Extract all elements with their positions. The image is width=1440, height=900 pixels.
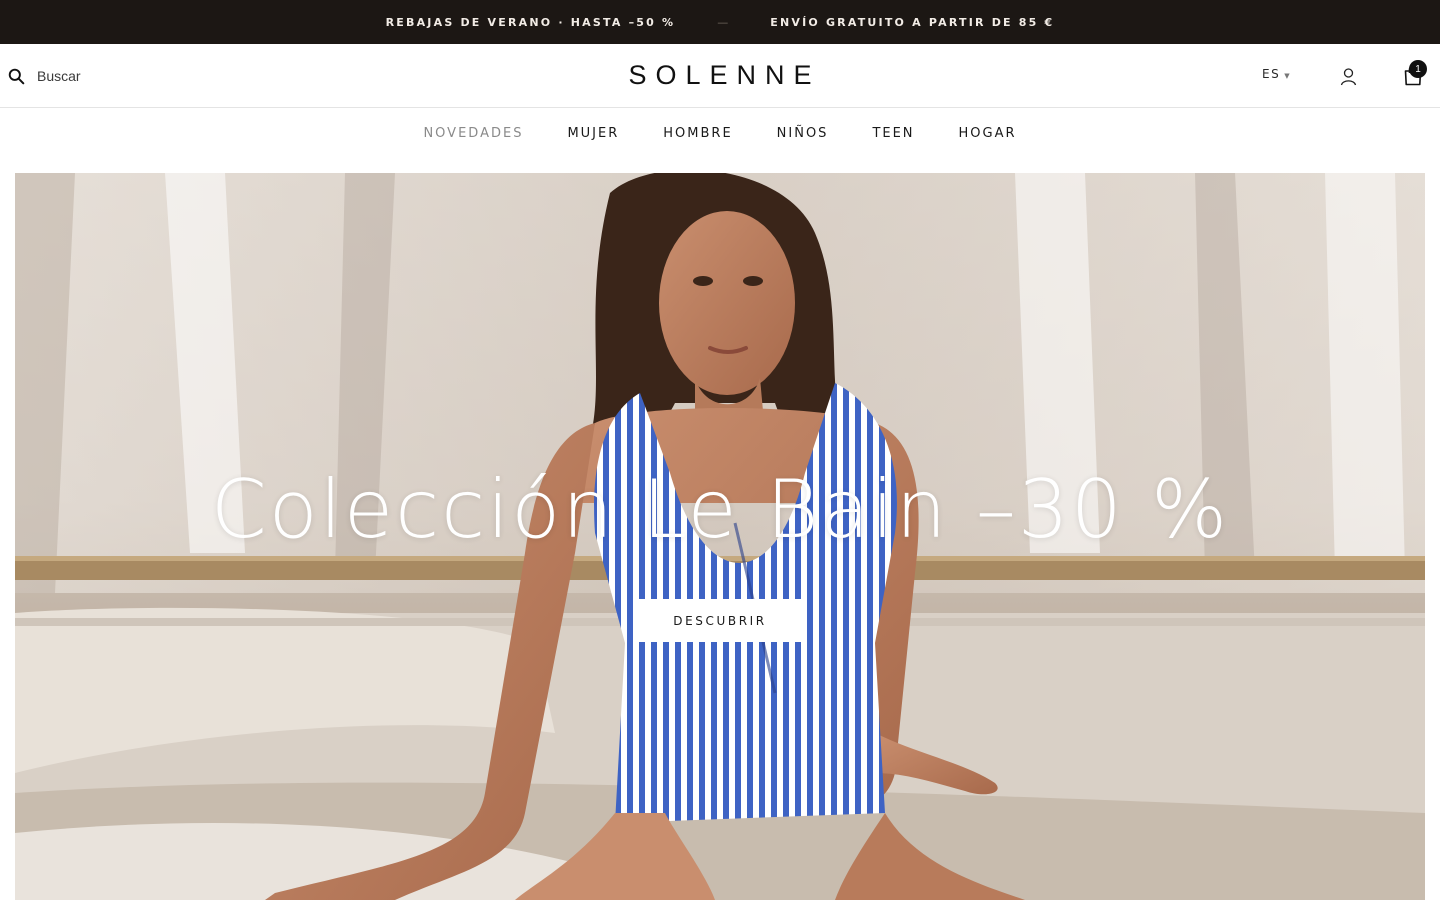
language-selector[interactable]: ES ▼ [1262, 67, 1291, 81]
search-bar[interactable] [8, 64, 208, 88]
nav-item-ninos[interactable]: NIÑOS [777, 126, 829, 141]
user-icon[interactable] [1340, 67, 1357, 86]
cart-count-badge: 1 [1409, 60, 1427, 78]
main-nav: NOVEDADES MUJER HOMBRE NIÑOS TEEN HOGAR [0, 108, 1440, 158]
chevron-down-icon: ▼ [1284, 71, 1292, 80]
search-icon[interactable] [8, 68, 25, 85]
hero-title: Colección Le Bain –30 % [210, 463, 1230, 556]
announcement-shipping-text[interactable]: ENVÍO GRATUITO A PARTIR DE 85 € [770, 16, 1054, 29]
announcement-separator: — [717, 15, 729, 29]
nav-item-teen[interactable]: TEEN [872, 126, 914, 141]
discover-button[interactable]: DESCUBRIR [633, 599, 807, 642]
language-code: ES [1262, 67, 1281, 81]
search-input[interactable] [37, 68, 187, 84]
nav-item-hogar[interactable]: HOGAR [959, 126, 1017, 141]
hero-banner[interactable]: Colección Le Bain –30 % DESCUBRIR [15, 173, 1425, 900]
announcement-bar: REBAJAS DE VERANO · HASTA –50 % — ENVÍO … [0, 0, 1440, 44]
nav-item-novedades[interactable]: NOVEDADES [423, 126, 523, 141]
logo-container: SOLENNE [0, 58, 1440, 92]
site-header: SOLENNE ES ▼ [0, 44, 1440, 108]
nav-item-hombre[interactable]: HOMBRE [663, 126, 732, 141]
site-logo[interactable]: SOLENNE [628, 60, 820, 90]
announcement-sale-text[interactable]: REBAJAS DE VERANO · HASTA –50 % [386, 16, 676, 29]
nav-item-mujer[interactable]: MUJER [567, 126, 619, 141]
